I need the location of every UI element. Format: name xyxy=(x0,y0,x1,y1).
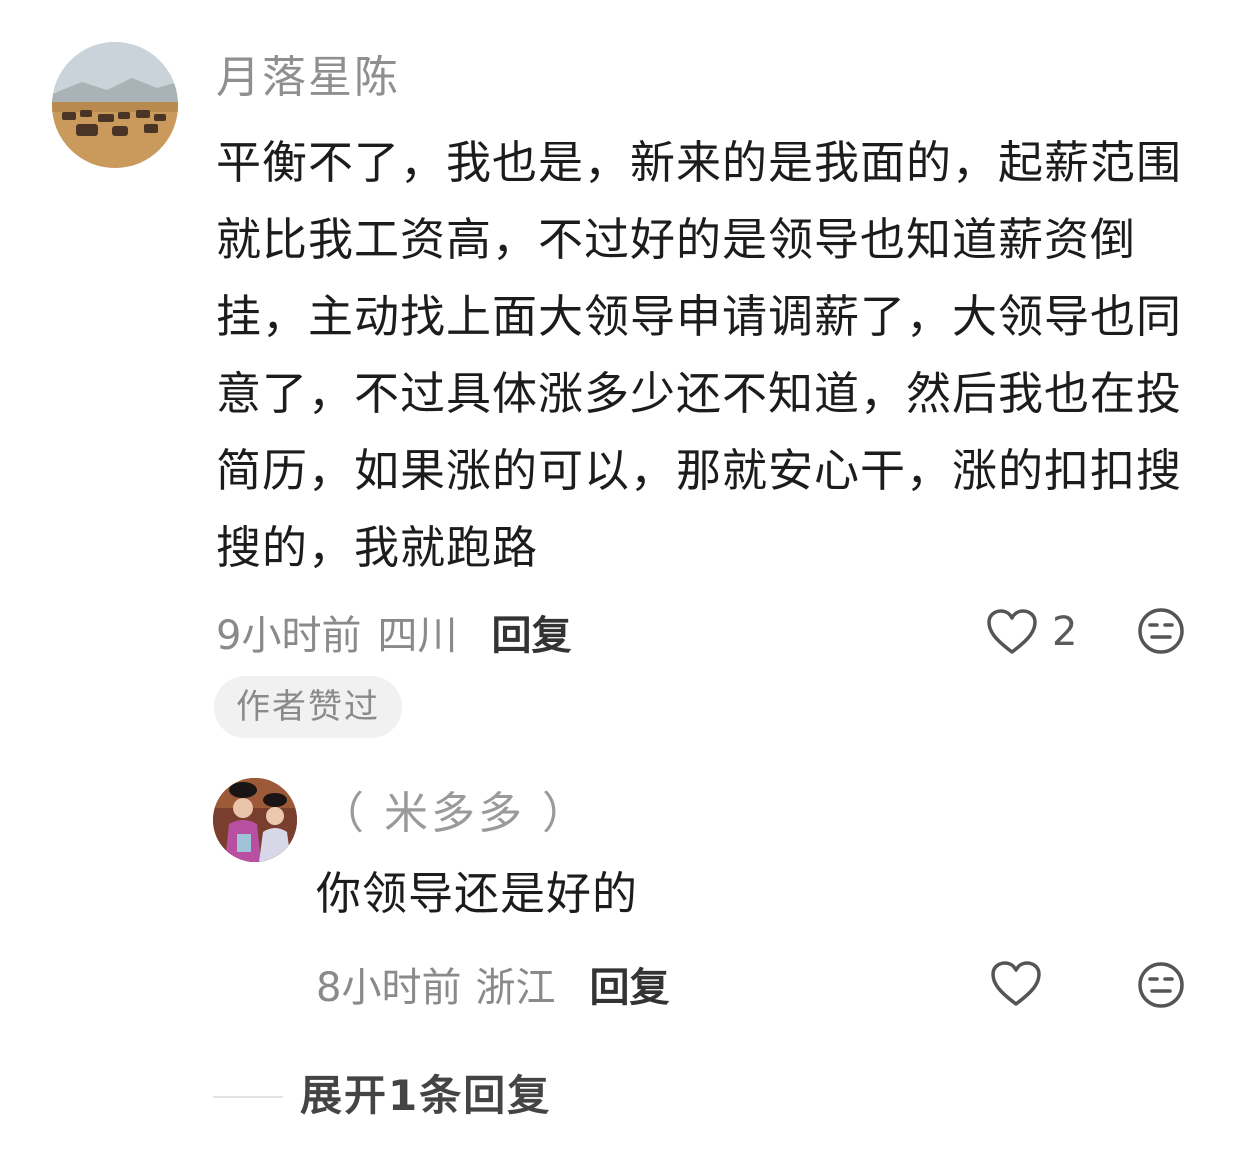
avatar[interactable] xyxy=(52,42,178,168)
username[interactable]: （ 米多多 ） xyxy=(320,788,589,840)
reply-button[interactable]: 回复 xyxy=(491,603,571,661)
like-button[interactable]: 2 xyxy=(986,604,1077,660)
comment-meta: 9小时前 四川 回复 xyxy=(216,604,571,660)
comment-text: 你领导还是好的 xyxy=(316,867,639,920)
avatar-image xyxy=(213,778,297,862)
like-button[interactable] xyxy=(990,960,1042,1008)
location: 浙江 xyxy=(475,965,556,1011)
author-liked-badge: 作者赞过 xyxy=(214,676,402,738)
username[interactable]: 月落星陈 xyxy=(216,52,400,104)
timestamp: 8小时前 xyxy=(316,965,462,1011)
avatar-image xyxy=(52,42,178,168)
timestamp: 9小时前 xyxy=(216,613,362,659)
heart-icon xyxy=(986,608,1038,656)
meh-face-icon[interactable] xyxy=(1136,960,1186,1010)
comment-text: 平衡不了，我也是，新来的是我面的，起薪范围就比我工资高，不过好的是领导也知道薪资… xyxy=(216,136,1183,574)
comment-meta: 8小时前 浙江 回复 xyxy=(316,956,669,1012)
meh-face-icon[interactable] xyxy=(1136,606,1186,656)
avatar[interactable] xyxy=(213,778,297,862)
location: 四川 xyxy=(377,613,458,659)
heart-icon xyxy=(990,960,1042,1008)
like-count: 2 xyxy=(1052,609,1078,655)
divider xyxy=(213,1096,283,1098)
reply-button[interactable]: 回复 xyxy=(589,955,669,1013)
expand-replies-button[interactable]: 展开1条回复 xyxy=(300,1068,551,1124)
